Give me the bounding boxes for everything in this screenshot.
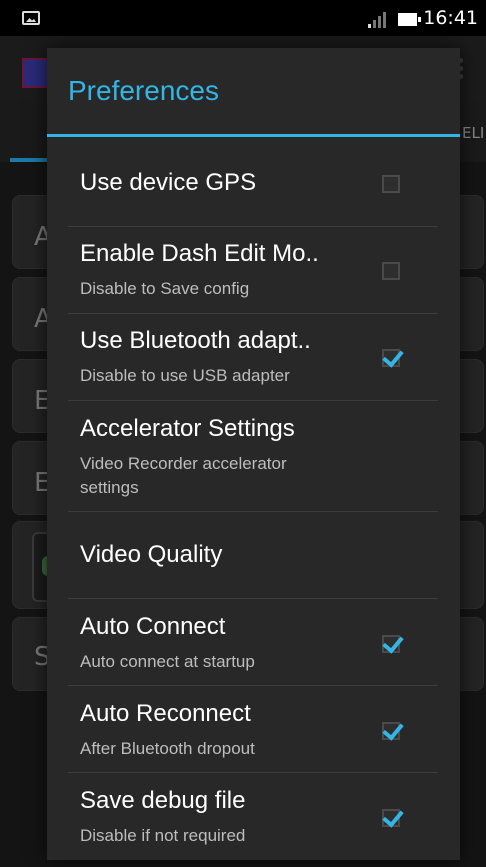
pref-summary: Auto connect at startup xyxy=(80,652,255,671)
bluetooth-checkbox[interactable] xyxy=(382,349,400,367)
pref-summary: After Bluetooth dropout xyxy=(80,739,255,758)
pref-summary: Disable if not required xyxy=(80,826,246,845)
pref-enable-dash-edit-mode[interactable]: Enable Dash Edit Mo.. Disable to Save co… xyxy=(68,227,438,313)
pref-summary: Disable to Save config xyxy=(80,279,250,298)
battery-icon xyxy=(398,13,421,26)
auto-connect-checkbox[interactable] xyxy=(382,635,400,653)
pref-title: Enable Dash Edit Mo.. xyxy=(80,240,319,267)
pref-auto-reconnect[interactable]: Auto Reconnect After Bluetooth dropout xyxy=(68,686,438,772)
save-debug-checkbox[interactable] xyxy=(382,809,400,827)
pref-title: Auto Reconnect xyxy=(80,700,251,727)
title-divider xyxy=(47,134,460,137)
pref-title: Use Bluetooth adapt.. xyxy=(80,327,311,354)
image-icon xyxy=(22,11,40,25)
app-logo-icon xyxy=(22,58,50,88)
pref-save-debug-file[interactable]: Save debug file Disable if not required xyxy=(68,773,438,859)
dialog-title: Preferences xyxy=(68,75,219,106)
gps-checkbox[interactable] xyxy=(382,175,400,193)
pref-summary: Disable to use USB adapter xyxy=(80,366,290,385)
status-time: 16:41 xyxy=(423,7,478,29)
auto-reconnect-checkbox[interactable] xyxy=(382,722,400,740)
pref-accelerator-settings[interactable]: Accelerator Settings Video Recorder acce… xyxy=(68,401,438,511)
preferences-dialog: Preferences Use device GPS Enable Dash E… xyxy=(47,48,460,860)
pref-title: Accelerator Settings xyxy=(80,415,295,442)
pref-summary: Video Recorder accelerator xyxy=(80,454,287,473)
pref-use-device-gps[interactable]: Use device GPS xyxy=(68,140,438,226)
tab-label-partial: ELI xyxy=(462,124,485,142)
signal-icon xyxy=(368,12,390,28)
pref-title: Video Quality xyxy=(80,541,223,568)
pref-use-bluetooth-adapter[interactable]: Use Bluetooth adapt.. Disable to use USB… xyxy=(68,314,438,400)
pref-title: Save debug file xyxy=(80,787,246,814)
pref-auto-connect[interactable]: Auto Connect Auto connect at startup xyxy=(68,599,438,685)
pref-title: Use device GPS xyxy=(80,169,257,196)
pref-video-quality[interactable]: Video Quality xyxy=(68,512,438,598)
dash-edit-checkbox[interactable] xyxy=(382,262,400,280)
pref-summary: settings xyxy=(80,478,139,497)
status-bar: 16:41 xyxy=(0,0,486,36)
pref-title: Auto Connect xyxy=(80,613,226,640)
